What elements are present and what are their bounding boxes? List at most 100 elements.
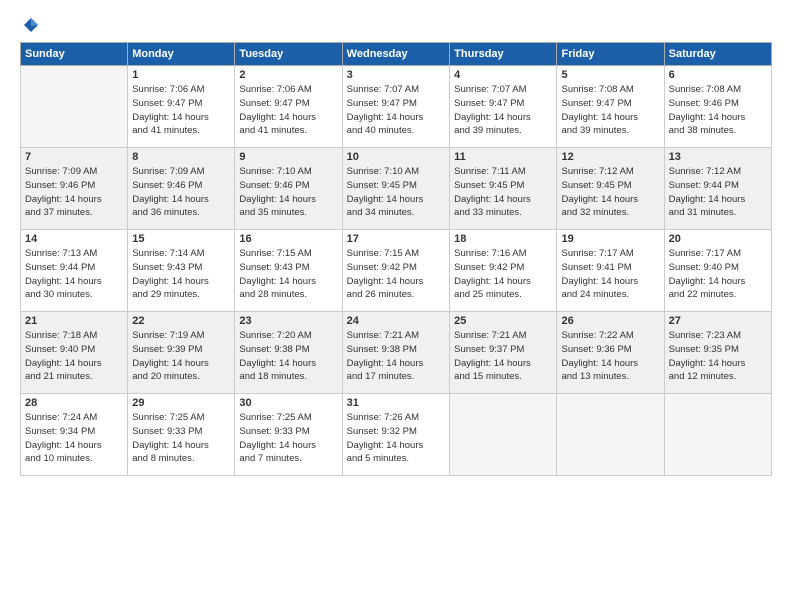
- calendar-day-cell: 4 Sunrise: 7:07 AMSunset: 9:47 PMDaylight…: [450, 66, 557, 148]
- day-number: 23: [239, 315, 337, 327]
- calendar-day-cell: 16 Sunrise: 7:15 AMSunset: 9:43 PMDayligh…: [235, 230, 342, 312]
- day-info: Sunrise: 7:11 AMSunset: 9:45 PMDaylight:…: [454, 165, 552, 220]
- day-info: Sunrise: 7:26 AMSunset: 9:32 PMDaylight:…: [347, 411, 445, 466]
- calendar-day-cell: [450, 394, 557, 476]
- day-info: Sunrise: 7:06 AMSunset: 9:47 PMDaylight:…: [239, 83, 337, 138]
- day-number: 14: [25, 233, 123, 245]
- day-info: Sunrise: 7:17 AMSunset: 9:41 PMDaylight:…: [561, 247, 659, 302]
- day-number: 10: [347, 151, 445, 163]
- day-number: 4: [454, 69, 552, 81]
- calendar-day-cell: [557, 394, 664, 476]
- calendar-day-cell: 31 Sunrise: 7:26 AMSunset: 9:32 PMDayligh…: [342, 394, 449, 476]
- weekday-header: Friday: [557, 43, 664, 66]
- weekday-header: Monday: [128, 43, 235, 66]
- calendar-week-row: 7 Sunrise: 7:09 AMSunset: 9:46 PMDaylight…: [21, 148, 772, 230]
- day-number: 3: [347, 69, 445, 81]
- calendar-day-cell: 28 Sunrise: 7:24 AMSunset: 9:34 PMDayligh…: [21, 394, 128, 476]
- day-number: 30: [239, 397, 337, 409]
- day-number: 24: [347, 315, 445, 327]
- calendar-day-cell: 20 Sunrise: 7:17 AMSunset: 9:40 PMDayligh…: [664, 230, 771, 312]
- calendar-day-cell: 6 Sunrise: 7:08 AMSunset: 9:46 PMDaylight…: [664, 66, 771, 148]
- day-number: 20: [669, 233, 767, 245]
- calendar-day-cell: 24 Sunrise: 7:21 AMSunset: 9:38 PMDayligh…: [342, 312, 449, 394]
- day-info: Sunrise: 7:07 AMSunset: 9:47 PMDaylight:…: [454, 83, 552, 138]
- day-info: Sunrise: 7:06 AMSunset: 9:47 PMDaylight:…: [132, 83, 230, 138]
- calendar-day-cell: 25Sunrise: 7:21 AMSunset: 9:37 PMDayligh…: [450, 312, 557, 394]
- calendar-day-cell: 15Sunrise: 7:14 AMSunset: 9:43 PMDayligh…: [128, 230, 235, 312]
- day-number: 15: [132, 233, 230, 245]
- calendar-week-row: 1 Sunrise: 7:06 AMSunset: 9:47 PMDaylight…: [21, 66, 772, 148]
- day-info: Sunrise: 7:08 AMSunset: 9:46 PMDaylight:…: [669, 83, 767, 138]
- day-info: Sunrise: 7:12 AMSunset: 9:45 PMDaylight:…: [561, 165, 659, 220]
- day-number: 13: [669, 151, 767, 163]
- day-info: Sunrise: 7:24 AMSunset: 9:34 PMDaylight:…: [25, 411, 123, 466]
- day-info: Sunrise: 7:22 AMSunset: 9:36 PMDaylight:…: [561, 329, 659, 384]
- day-info: Sunrise: 7:20 AMSunset: 9:38 PMDaylight:…: [239, 329, 337, 384]
- calendar-week-row: 21 Sunrise: 7:18 AMSunset: 9:40 PMDayligh…: [21, 312, 772, 394]
- day-info: Sunrise: 7:23 AMSunset: 9:35 PMDaylight:…: [669, 329, 767, 384]
- weekday-header: Wednesday: [342, 43, 449, 66]
- day-info: Sunrise: 7:17 AMSunset: 9:40 PMDaylight:…: [669, 247, 767, 302]
- day-number: 31: [347, 397, 445, 409]
- day-number: 25: [454, 315, 552, 327]
- calendar-day-cell: 10 Sunrise: 7:10 AMSunset: 9:45 PMDayligh…: [342, 148, 449, 230]
- calendar-day-cell: 21 Sunrise: 7:18 AMSunset: 9:40 PMDayligh…: [21, 312, 128, 394]
- weekday-header: Saturday: [664, 43, 771, 66]
- day-number: 21: [25, 315, 123, 327]
- day-number: 16: [239, 233, 337, 245]
- day-info: Sunrise: 7:10 AMSunset: 9:46 PMDaylight:…: [239, 165, 337, 220]
- calendar-day-cell: 19 Sunrise: 7:17 AMSunset: 9:41 PMDayligh…: [557, 230, 664, 312]
- day-number: 27: [669, 315, 767, 327]
- calendar-day-cell: 2 Sunrise: 7:06 AMSunset: 9:47 PMDaylight…: [235, 66, 342, 148]
- page: SundayMondayTuesdayWednesdayThursdayFrid…: [0, 0, 792, 612]
- calendar-day-cell: 30Sunrise: 7:25 AMSunset: 9:33 PMDayligh…: [235, 394, 342, 476]
- calendar-day-cell: 29Sunrise: 7:25 AMSunset: 9:33 PMDayligh…: [128, 394, 235, 476]
- day-info: Sunrise: 7:09 AMSunset: 9:46 PMDaylight:…: [25, 165, 123, 220]
- calendar-week-row: 28 Sunrise: 7:24 AMSunset: 9:34 PMDayligh…: [21, 394, 772, 476]
- calendar-day-cell: 3 Sunrise: 7:07 AMSunset: 9:47 PMDaylight…: [342, 66, 449, 148]
- logo-icon: [22, 16, 40, 34]
- day-number: 22: [132, 315, 230, 327]
- day-info: Sunrise: 7:13 AMSunset: 9:44 PMDaylight:…: [25, 247, 123, 302]
- calendar-day-cell: 7 Sunrise: 7:09 AMSunset: 9:46 PMDaylight…: [21, 148, 128, 230]
- calendar-day-cell: [21, 66, 128, 148]
- day-info: Sunrise: 7:18 AMSunset: 9:40 PMDaylight:…: [25, 329, 123, 384]
- logo: [20, 16, 40, 34]
- calendar-day-cell: 23 Sunrise: 7:20 AMSunset: 9:38 PMDayligh…: [235, 312, 342, 394]
- calendar-day-cell: 18Sunrise: 7:16 AMSunset: 9:42 PMDayligh…: [450, 230, 557, 312]
- day-info: Sunrise: 7:10 AMSunset: 9:45 PMDaylight:…: [347, 165, 445, 220]
- calendar-day-cell: 11 Sunrise: 7:11 AMSunset: 9:45 PMDayligh…: [450, 148, 557, 230]
- day-info: Sunrise: 7:15 AMSunset: 9:42 PMDaylight:…: [347, 247, 445, 302]
- day-number: 11: [454, 151, 552, 163]
- calendar-day-cell: [664, 394, 771, 476]
- calendar-day-cell: 13 Sunrise: 7:12 AMSunset: 9:44 PMDayligh…: [664, 148, 771, 230]
- calendar-day-cell: 5Sunrise: 7:08 AMSunset: 9:47 PMDaylight…: [557, 66, 664, 148]
- weekday-header: Sunday: [21, 43, 128, 66]
- day-info: Sunrise: 7:19 AMSunset: 9:39 PMDaylight:…: [132, 329, 230, 384]
- day-number: 26: [561, 315, 659, 327]
- day-number: 6: [669, 69, 767, 81]
- calendar-day-cell: 26 Sunrise: 7:22 AMSunset: 9:36 PMDayligh…: [557, 312, 664, 394]
- calendar-day-cell: 27 Sunrise: 7:23 AMSunset: 9:35 PMDayligh…: [664, 312, 771, 394]
- calendar-day-cell: 1 Sunrise: 7:06 AMSunset: 9:47 PMDaylight…: [128, 66, 235, 148]
- calendar-week-row: 14 Sunrise: 7:13 AMSunset: 9:44 PMDayligh…: [21, 230, 772, 312]
- header: [20, 16, 772, 34]
- calendar-day-cell: 9 Sunrise: 7:10 AMSunset: 9:46 PMDaylight…: [235, 148, 342, 230]
- day-number: 19: [561, 233, 659, 245]
- calendar-day-cell: 14 Sunrise: 7:13 AMSunset: 9:44 PMDayligh…: [21, 230, 128, 312]
- day-info: Sunrise: 7:21 AMSunset: 9:38 PMDaylight:…: [347, 329, 445, 384]
- day-number: 12: [561, 151, 659, 163]
- day-number: 7: [25, 151, 123, 163]
- day-number: 1: [132, 69, 230, 81]
- day-number: 2: [239, 69, 337, 81]
- day-number: 9: [239, 151, 337, 163]
- day-number: 28: [25, 397, 123, 409]
- day-info: Sunrise: 7:07 AMSunset: 9:47 PMDaylight:…: [347, 83, 445, 138]
- day-info: Sunrise: 7:12 AMSunset: 9:44 PMDaylight:…: [669, 165, 767, 220]
- weekday-header: Tuesday: [235, 43, 342, 66]
- day-number: 5: [561, 69, 659, 81]
- calendar-header-row: SundayMondayTuesdayWednesdayThursdayFrid…: [21, 43, 772, 66]
- day-info: Sunrise: 7:15 AMSunset: 9:43 PMDaylight:…: [239, 247, 337, 302]
- calendar-day-cell: 17Sunrise: 7:15 AMSunset: 9:42 PMDayligh…: [342, 230, 449, 312]
- day-number: 29: [132, 397, 230, 409]
